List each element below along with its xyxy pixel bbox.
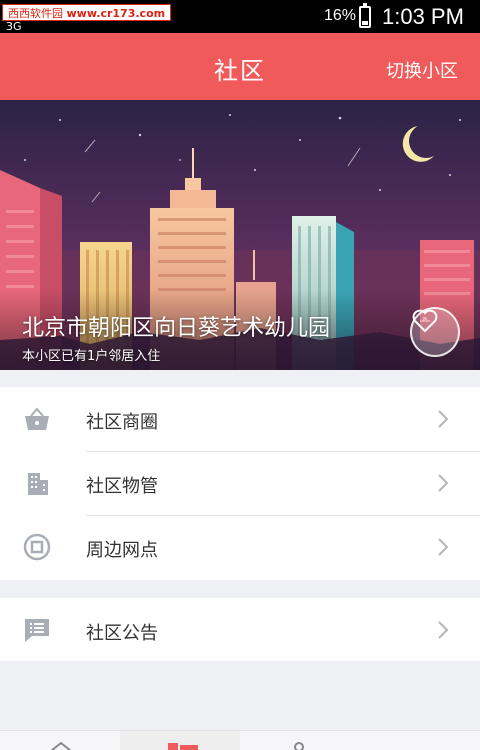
basket-icon — [25, 407, 49, 430]
chevron-right-icon — [438, 621, 449, 639]
menu-group-services: 社区商圈 社区物管 周边网点 — [0, 387, 480, 580]
menu-item-label: 社区物管 — [86, 476, 158, 497]
resident-count: 本小区已有1户邻居入住 — [22, 349, 161, 364]
tab-profile-icon[interactable] — [286, 731, 312, 750]
menu-group-announcements: 社区公告 — [0, 598, 480, 661]
building-icon — [28, 473, 48, 495]
tab-home-icon[interactable] — [48, 731, 74, 750]
network-type: 3G — [6, 20, 22, 33]
switch-community-button[interactable]: 切换小区 — [386, 57, 458, 83]
watermark-url: www.cr173.com — [66, 7, 166, 20]
menu-item-label: 社区商圈 — [86, 412, 158, 433]
bank-coin-icon — [23, 533, 51, 561]
menu-item-nearby-outlets[interactable]: 周边网点 — [0, 515, 480, 579]
announcement-icon — [25, 619, 49, 642]
app-header: 社区 切换小区 — [0, 33, 480, 100]
tab-community[interactable] — [120, 731, 240, 750]
menu-item-property-management[interactable]: 社区物管 — [0, 451, 480, 515]
clock: 1:03 PM — [382, 4, 464, 29]
battery-percent: 16% — [324, 7, 357, 24]
bottom-tab-bar — [0, 730, 480, 750]
menu-item-announcements[interactable]: 社区公告 — [0, 598, 480, 662]
menu-item-label: 社区公告 — [86, 623, 158, 644]
community-banner: 北京市朝阳区向日葵艺术幼儿园 本小区已有1户邻居入住 — [0, 100, 480, 370]
heart-icon — [412, 309, 438, 333]
watermark: 西西软件园 www.cr173.com — [2, 4, 172, 21]
chevron-right-icon — [438, 474, 449, 492]
status-bar: 西西软件园 www.cr173.com 3G 16% 1:03 PM — [0, 0, 480, 33]
community-name: 北京市朝阳区向日葵艺术幼儿园 — [22, 316, 331, 341]
favorite-button[interactable] — [410, 307, 460, 357]
watermark-site: 西西软件园 — [8, 7, 63, 20]
tab-community-icon — [168, 743, 198, 750]
chevron-right-icon — [438, 410, 449, 428]
menu-item-business-circle[interactable]: 社区商圈 — [0, 387, 480, 451]
chevron-right-icon — [438, 538, 449, 556]
menu-item-label: 周边网点 — [86, 540, 158, 561]
battery-icon — [359, 3, 371, 28]
